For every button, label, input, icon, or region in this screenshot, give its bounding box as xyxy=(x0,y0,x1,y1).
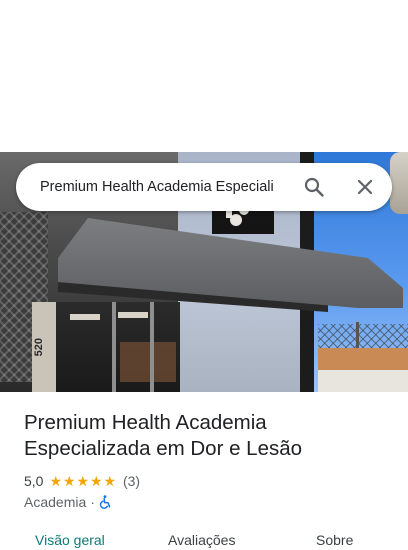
interior xyxy=(120,342,176,382)
next-photo-thumbnail[interactable] xyxy=(390,152,408,214)
search-input[interactable]: Premium Health Academia Especiali xyxy=(40,178,290,196)
white-wall xyxy=(318,370,408,392)
brick-wall xyxy=(318,348,408,372)
star-rating: ★ ★ ★ ★ ★ xyxy=(49,474,117,488)
door-frame xyxy=(112,302,116,392)
tab-overview[interactable]: Visão geral xyxy=(35,532,105,548)
tab-about[interactable]: Sobre xyxy=(316,532,353,548)
map-blank-area xyxy=(0,0,408,152)
rating-row[interactable]: 5,0 ★ ★ ★ ★ ★ (3) xyxy=(24,472,140,490)
search-icon[interactable] xyxy=(302,175,326,199)
door-frame xyxy=(150,302,154,392)
star-icon: ★ xyxy=(89,473,103,489)
star-icon: ★ xyxy=(49,473,63,489)
wheelchair-accessible-icon xyxy=(99,495,111,509)
star-icon: ★ xyxy=(76,473,90,489)
category-row: Academia · xyxy=(24,493,112,511)
star-icon: ★ xyxy=(103,473,117,489)
rating-value: 5,0 xyxy=(24,473,44,489)
close-icon[interactable] xyxy=(353,175,377,199)
place-info-panel: Premium Health Academia Especializada em… xyxy=(0,392,408,548)
ceiling-light xyxy=(70,314,100,320)
building-number: 520 xyxy=(33,338,45,357)
star-icon: ★ xyxy=(62,473,76,489)
place-title: Premium Health Academia Especializada em… xyxy=(24,411,303,460)
tab-reviews[interactable]: Avaliações xyxy=(168,532,235,548)
review-count[interactable]: (3) xyxy=(123,473,140,489)
place-tabs: Visão geral Avaliações Sobre xyxy=(0,530,408,550)
search-bar[interactable]: Premium Health Academia Especiali xyxy=(16,163,392,211)
place-category[interactable]: Academia xyxy=(24,494,86,510)
separator: · xyxy=(90,494,95,510)
ceiling-light xyxy=(118,312,148,318)
